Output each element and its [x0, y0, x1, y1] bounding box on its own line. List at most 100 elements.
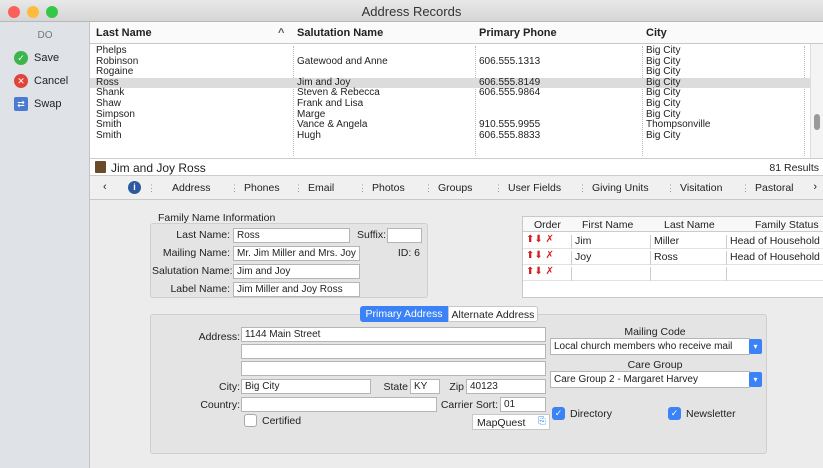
tab-visitation[interactable]: Visitation: [680, 182, 722, 194]
member-last[interactable]: [650, 267, 654, 281]
scrollbar-thumb[interactable]: [814, 114, 820, 130]
tab-address[interactable]: Address: [172, 182, 211, 194]
save-label: Save: [34, 52, 60, 64]
reorder-arrows-icon[interactable]: ⬆⬇ ✗: [526, 250, 554, 261]
member-row[interactable]: ⬆⬇ ✗▾: [523, 265, 823, 281]
record-headline: Jim and Joy Ross 81 Results: [90, 158, 823, 176]
chevron-down-icon[interactable]: ▾: [749, 339, 762, 354]
city-label: City:: [219, 381, 240, 393]
save-button[interactable]: ✓ Save: [14, 49, 59, 67]
member-first[interactable]: Jim: [571, 235, 591, 249]
tab-giving-units[interactable]: Giving Units: [592, 182, 649, 194]
table-row[interactable]: Phelps Big City: [90, 45, 810, 57]
tab-primary-address[interactable]: Primary Address: [360, 306, 448, 322]
cell-last-name: Shaw: [96, 97, 122, 109]
column-header-city[interactable]: City: [646, 27, 667, 39]
zip-field[interactable]: 40123: [466, 379, 546, 394]
table-scrollbar[interactable]: [810, 44, 823, 158]
mailing-name-field[interactable]: Mr. Jim Miller and Mrs. Joy: [233, 246, 360, 261]
mapquest-label: MapQuest: [477, 417, 526, 429]
cell-city: Big City: [646, 97, 681, 109]
swap-button[interactable]: ⇄ Swap: [14, 95, 62, 113]
table-row[interactable]: Robinson Gatewood and Anne 606.555.1313 Big…: [90, 55, 810, 68]
member-row[interactable]: ⬆⬇ ✗JimMillerHead of Household▾: [523, 233, 823, 249]
table-row[interactable]: Rogaine Big City: [90, 67, 810, 78]
table-row[interactable]: Shank Steven & Rebecca 606.555.9864 Big Cit…: [90, 88, 810, 99]
state-field[interactable]: KY: [410, 379, 440, 394]
city-field[interactable]: Big City: [241, 379, 371, 394]
tab-groups[interactable]: Groups: [438, 182, 472, 194]
reorder-arrows-icon[interactable]: ⬆⬇ ✗: [526, 234, 554, 245]
table-row[interactable]: Smith Hugh 606.555.8833 Big City: [90, 129, 810, 142]
member-status[interactable]: Head of Household: [726, 235, 820, 249]
tab-alternate-address[interactable]: Alternate Address: [448, 306, 538, 322]
tab-separator: ⋮: [230, 183, 239, 193]
tab-user-fields[interactable]: User Fields: [508, 182, 561, 194]
label-name-label: Label Name:: [170, 283, 230, 295]
member-first[interactable]: [571, 267, 575, 281]
column-header-last-name[interactable]: Last Name: [96, 27, 152, 39]
certified-checkbox[interactable]: [244, 414, 257, 427]
tabs-prev-button[interactable]: ‹: [103, 181, 107, 193]
sidebar-header: DO: [37, 30, 53, 41]
member-status[interactable]: Head of Household: [726, 251, 820, 265]
info-icon[interactable]: i: [128, 181, 141, 194]
table-row[interactable]: Shaw Frank and Lisa Big City: [90, 97, 810, 110]
tabs-next-button[interactable]: ›: [813, 181, 817, 193]
tab-pastoral[interactable]: Pastoral: [755, 182, 794, 194]
member-row[interactable]: ⬆⬇ ✗JoyRossHead of Household▾: [523, 249, 823, 265]
state-label: State: [383, 381, 408, 393]
swap-icon: ⇄: [14, 97, 28, 111]
tab-phones[interactable]: Phones: [244, 182, 280, 194]
newsletter-checkbox[interactable]: ✓: [668, 407, 681, 420]
country-field[interactable]: [241, 397, 437, 412]
id-label: ID: 6: [397, 247, 420, 259]
tab-photos[interactable]: Photos: [372, 182, 405, 194]
cell-salutation: Frank and Lisa: [297, 97, 364, 109]
last-name-field[interactable]: Ross: [233, 228, 350, 243]
cell-city: Big City: [646, 129, 681, 141]
cell-salutation: Gatewood and Anne: [297, 55, 388, 67]
member-last[interactable]: Miller: [650, 235, 679, 249]
directory-checkbox[interactable]: ✓: [552, 407, 565, 420]
members-header-order: Order: [534, 219, 561, 231]
members-header-first-name: First Name: [582, 219, 634, 231]
mapquest-button[interactable]: MapQuest ⎘: [472, 414, 550, 430]
reorder-arrows-icon[interactable]: ⬆⬇ ✗: [526, 266, 554, 277]
suffix-field[interactable]: [387, 228, 422, 243]
address-label: Address:: [198, 331, 240, 343]
address-line2-field[interactable]: [241, 344, 546, 359]
tab-separator: ⋮: [147, 183, 156, 193]
salutation-name-field[interactable]: Jim and Joy: [233, 264, 360, 279]
address-line1-field[interactable]: 1144 Main Street: [241, 327, 546, 342]
carrier-sort-field[interactable]: 01: [500, 397, 546, 412]
tab-separator: ⋮: [294, 183, 303, 193]
mailing-code-label: Mailing Code: [624, 326, 686, 338]
tab-separator: ⋮: [358, 183, 367, 193]
table-row[interactable]: Ross Jim and Joy 606.555.8149 Big City: [90, 77, 810, 89]
cancel-button[interactable]: ✕ Cancel: [14, 72, 68, 90]
member-last[interactable]: Ross: [650, 251, 678, 265]
address-line3-field[interactable]: [241, 361, 546, 376]
map-icon: ⎘: [538, 416, 546, 427]
cell-phone: 606.555.9864: [479, 87, 541, 99]
book-icon: [95, 161, 106, 173]
care-group-label: Care Group: [627, 359, 683, 371]
table-row[interactable]: Smith Vance & Angela 910.555.9955 Thompsonv…: [90, 120, 810, 131]
cell-city: Big City: [646, 45, 681, 56]
column-header-salutation[interactable]: Salutation Name: [297, 27, 383, 39]
tab-bar: ‹ i ⋮ Address ⋮ Phones ⋮ Email ⋮ Photos ⋮ Groups…: [90, 176, 823, 200]
last-name-label: Last Name:: [176, 229, 230, 241]
column-header-phone[interactable]: Primary Phone: [479, 27, 557, 39]
label-name-field[interactable]: Jim Miller and Joy Ross: [233, 282, 360, 297]
member-status[interactable]: [726, 267, 730, 281]
tab-email[interactable]: Email: [308, 182, 334, 194]
member-first[interactable]: Joy: [571, 251, 591, 265]
care-group-select[interactable]: Care Group 2 - Margaret Harvey: [550, 371, 750, 388]
title-bar: Address Records: [0, 0, 823, 22]
chevron-down-icon[interactable]: ▾: [749, 372, 762, 387]
mailing-code-select[interactable]: Local church members who receive mail: [550, 338, 750, 355]
directory-label: Directory: [570, 408, 613, 420]
cell-salutation: Hugh: [297, 129, 321, 141]
x-circle-icon: ✕: [14, 74, 28, 88]
